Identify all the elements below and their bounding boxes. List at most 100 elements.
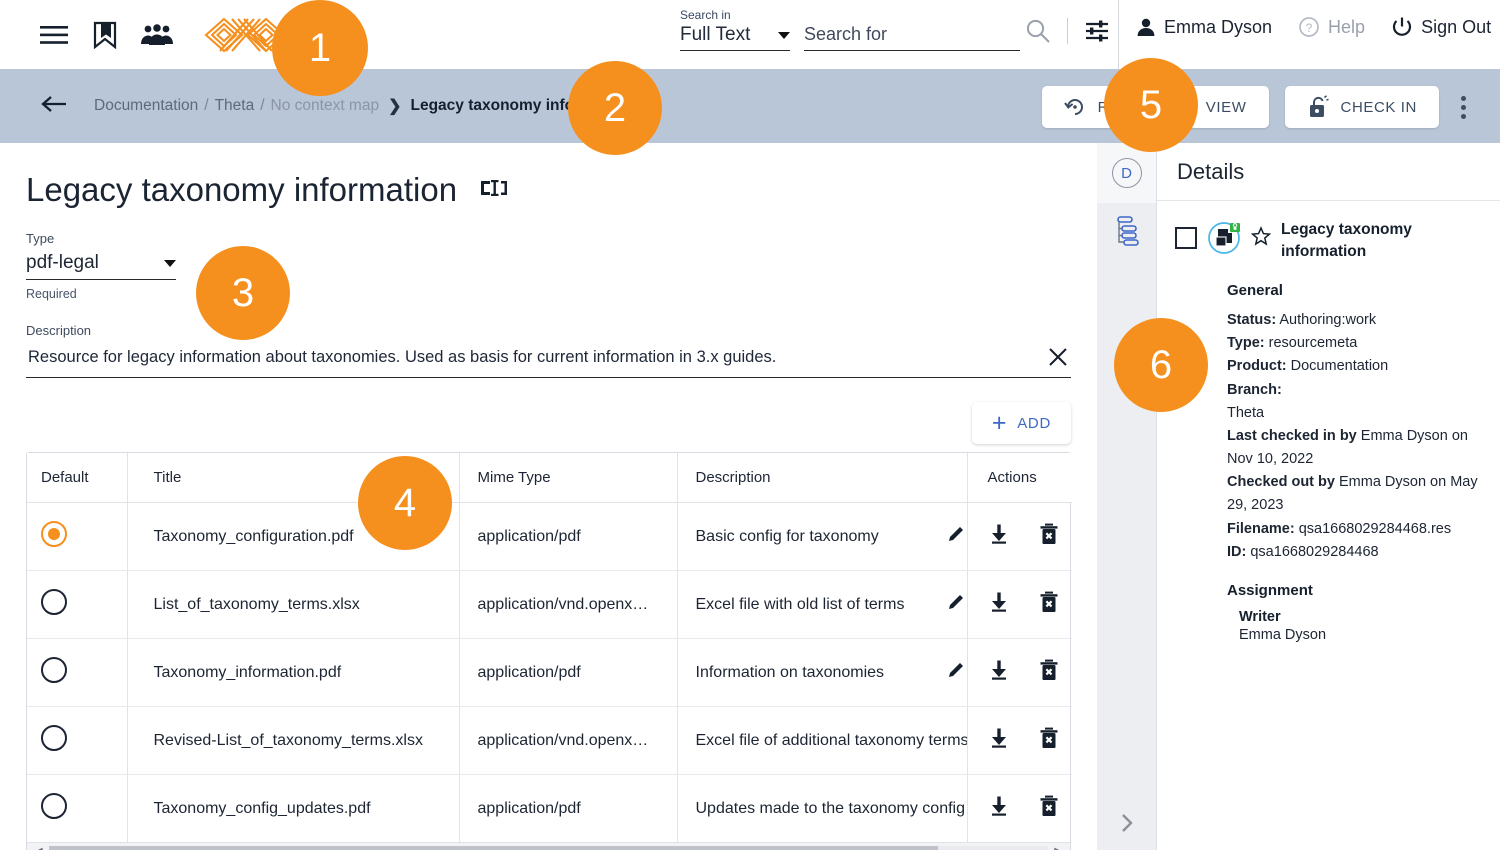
breadcrumb-item-theta[interactable]: Theta (215, 97, 255, 115)
delete-icon[interactable]: ✖ (1038, 727, 1060, 754)
table-row[interactable]: Taxonomy_configuration.pdf application/pd… (27, 502, 1072, 571)
filter-settings-icon[interactable] (1084, 19, 1110, 43)
annotation-badge-2: 2 (568, 61, 662, 155)
main-content: Legacy taxonomy information Type pdf-leg… (0, 143, 1097, 850)
check-in-button[interactable]: CHECK IN (1284, 86, 1439, 128)
scrollbar-track[interactable] (48, 845, 1049, 850)
horizontal-scrollbar[interactable]: ◀ ▶ (27, 842, 1070, 850)
help-button[interactable]: ? Help (1298, 16, 1365, 38)
view-label: VIEW (1205, 98, 1247, 116)
table-row[interactable]: Revised-List_of_taxonomy_terms.xlsx appli… (27, 706, 1072, 775)
search-input[interactable] (804, 24, 1020, 51)
download-icon[interactable] (988, 795, 1010, 822)
cell-description: Basic config for taxonomy (695, 527, 879, 545)
default-radio[interactable] (41, 793, 67, 819)
sign-out-label: Sign Out (1421, 16, 1492, 37)
details-document-name: Legacy taxonomy information (1281, 221, 1412, 261)
download-icon[interactable] (988, 659, 1010, 686)
cell-title: List_of_taxonomy_terms.xlsx (153, 595, 360, 613)
add-button[interactable]: + ADD (971, 402, 1071, 444)
sign-out-button[interactable]: Sign Out (1391, 16, 1491, 38)
table-row[interactable]: List_of_taxonomy_terms.xlsx application/v… (27, 570, 1072, 639)
search-in-select[interactable]: Full Text (680, 24, 790, 51)
user-name: Emma Dyson (1164, 16, 1273, 37)
hierarchy-icon (1112, 215, 1142, 252)
table-header-row: Default Title Mime Type Description Acti… (27, 453, 1072, 503)
annotation-badge-3: 3 (196, 246, 290, 340)
edit-icon[interactable] (945, 523, 967, 550)
table-row[interactable]: Taxonomy_information.pdf application/pdf I… (27, 638, 1072, 707)
cell-description: Excel file with old list of terms (695, 595, 905, 613)
column-header-description: Description (676, 453, 967, 503)
back-arrow-icon[interactable] (40, 94, 68, 119)
expand-panel-button[interactable] (1097, 810, 1157, 836)
breadcrumb-separator-2: / (260, 97, 265, 114)
breadcrumb-item-documentation[interactable]: Documentation (94, 97, 198, 115)
scroll-left-icon[interactable]: ◀ (35, 846, 43, 850)
breadcrumb-arrow-icon: ❯ (388, 98, 402, 115)
description-input[interactable] (26, 346, 1045, 368)
files-table: Default Title Mime Type Description Acti… (27, 453, 1072, 842)
menu-icon[interactable] (40, 24, 70, 46)
type-label: Type (26, 231, 55, 246)
search-area: Search in Full Text (680, 8, 1020, 51)
delete-icon[interactable]: ✖ (1038, 523, 1060, 550)
annotation-badge-5: 5 (1104, 58, 1198, 152)
details-tab-icon: D (1111, 158, 1142, 188)
files-table-wrapper: Default Title Mime Type Description Acti… (26, 452, 1072, 850)
user-menu[interactable]: Emma Dyson (1136, 17, 1272, 38)
default-radio[interactable] (41, 589, 67, 615)
breadcrumb-item-no-context-map[interactable]: No context map (271, 97, 380, 115)
search-icon[interactable] (1025, 18, 1051, 44)
field-id: ID: qsa1668029284468 (1227, 543, 1379, 560)
delete-icon[interactable]: ✖ (1038, 591, 1060, 618)
unlock-icon (1309, 95, 1329, 117)
field-filename: Filename: qsa1668029284468.res (1227, 520, 1452, 537)
plus-icon: + (991, 408, 1008, 437)
topbar-divider (1118, 0, 1119, 69)
rail-tab-details[interactable]: D (1097, 143, 1156, 203)
default-radio[interactable] (41, 657, 67, 683)
cell-mime: application/pdf (477, 527, 581, 545)
search-in-value: Full Text (680, 24, 751, 45)
more-options-icon[interactable] (1455, 90, 1472, 125)
chevron-down-icon (778, 31, 790, 39)
field-type: Type: resourcemeta (1227, 335, 1358, 352)
annotation-badge-1: 1 (272, 0, 368, 96)
people-icon[interactable] (140, 23, 174, 47)
download-icon[interactable] (988, 523, 1010, 550)
cell-title: Taxonomy_config_updates.pdf (153, 799, 371, 817)
delete-icon[interactable]: ✖ (1038, 795, 1060, 822)
edit-icon[interactable] (945, 659, 967, 686)
field-product: Product: Documentation (1227, 358, 1389, 375)
download-icon[interactable] (988, 727, 1010, 754)
type-value: pdf-legal (26, 252, 99, 273)
rail-tab-hierarchy[interactable] (1097, 203, 1156, 263)
cell-mime: application/vnd.openx… (477, 595, 649, 613)
scrollbar-thumb[interactable] (48, 845, 939, 850)
writer-label: Writer (1239, 609, 1281, 625)
description-field: Description (26, 323, 1071, 378)
cell-mime: application/pdf (477, 663, 581, 681)
favorite-star-icon[interactable] (1250, 226, 1272, 251)
select-checkbox[interactable] (1175, 227, 1197, 249)
text-field-icon[interactable] (479, 177, 509, 204)
details-panel: Details Legacy taxonomy information Gene… (1157, 143, 1500, 850)
annotation-badge-4: 4 (358, 456, 452, 550)
add-label: ADD (1017, 414, 1051, 432)
edit-icon[interactable] (945, 591, 967, 618)
default-radio[interactable] (41, 521, 67, 547)
default-radio[interactable] (41, 725, 67, 751)
divider (1067, 18, 1068, 44)
download-icon[interactable] (988, 591, 1010, 618)
svg-text:✖: ✖ (1044, 600, 1052, 611)
search-in-label: Search in (680, 8, 731, 22)
field-status: Status: Authoring:work (1227, 311, 1377, 328)
table-row[interactable]: Taxonomy_config_updates.pdf application/p… (27, 774, 1072, 842)
close-icon[interactable] (1045, 344, 1071, 370)
field-branch: Branch: (1227, 381, 1282, 398)
delete-icon[interactable]: ✖ (1038, 659, 1060, 686)
type-select[interactable]: pdf-legal (26, 252, 176, 280)
scroll-right-icon[interactable]: ▶ (1054, 846, 1062, 850)
bookmark-icon[interactable] (92, 21, 118, 49)
